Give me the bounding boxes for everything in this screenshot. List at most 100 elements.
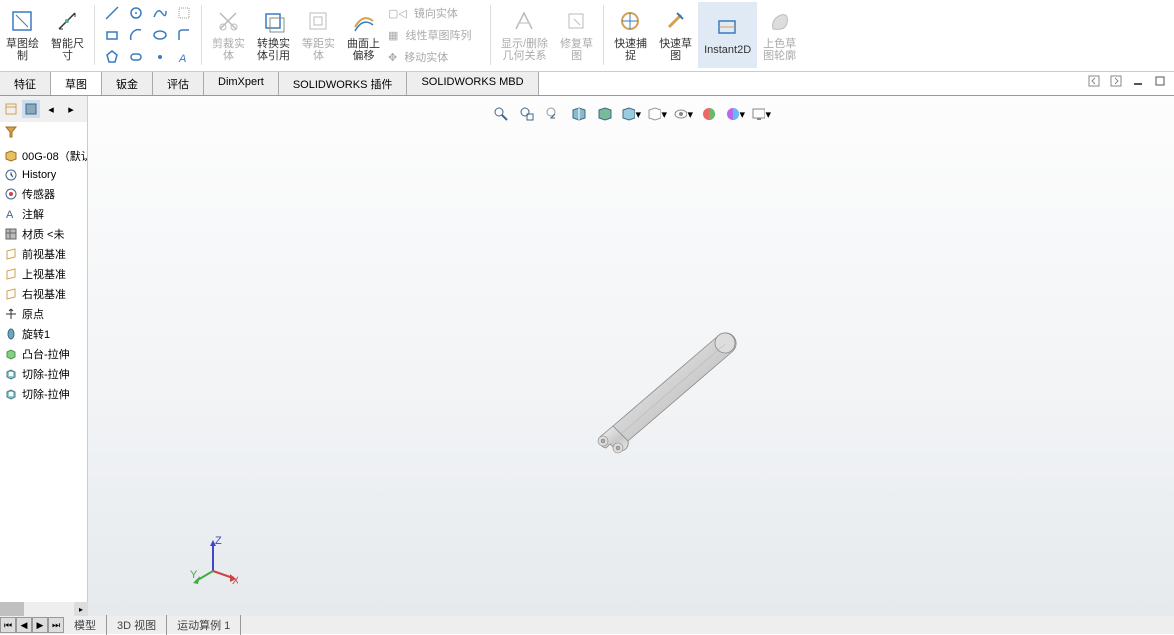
tree-annotations[interactable]: A注解 bbox=[0, 204, 87, 224]
repair-button[interactable]: 修复草 图 bbox=[554, 2, 599, 68]
tree-sensors[interactable]: 传感器 bbox=[0, 184, 87, 204]
rect-dots-tool[interactable] bbox=[173, 3, 195, 23]
tab-mbd[interactable]: SOLIDWORKS MBD bbox=[407, 72, 538, 95]
nav-left-icon[interactable]: ◂ bbox=[42, 100, 60, 118]
tree-origin[interactable]: 原点 bbox=[0, 304, 87, 324]
window-controls bbox=[1086, 74, 1168, 88]
tab-dimxpert[interactable]: DimXpert bbox=[204, 72, 279, 95]
tree-right-plane[interactable]: 右视基准 bbox=[0, 284, 87, 304]
tab-addins[interactable]: SOLIDWORKS 插件 bbox=[279, 72, 408, 95]
sidebar-scrollbar[interactable]: ▸ bbox=[0, 602, 88, 616]
instant2d-button[interactable]: Instant2D bbox=[698, 2, 757, 68]
smart-dimension-button[interactable]: 智能尺 寸 bbox=[45, 2, 90, 68]
tree-top-plane[interactable]: 上视基准 bbox=[0, 264, 87, 284]
rect-tool[interactable] bbox=[101, 25, 123, 45]
extrude-icon bbox=[4, 347, 18, 361]
display-style-icon[interactable]: ▾ bbox=[621, 104, 641, 124]
surface-offset-button[interactable]: 曲面上 偏移 bbox=[341, 2, 386, 68]
tab-sketch[interactable]: 草图 bbox=[51, 72, 102, 95]
slot-tool[interactable] bbox=[125, 47, 147, 67]
nav-right-icon[interactable]: ▸ bbox=[62, 100, 80, 118]
tree-cut-extrude1[interactable]: 切除-拉伸 bbox=[0, 364, 87, 384]
tree-root[interactable]: 00G-08（默认 bbox=[0, 146, 87, 166]
scene-icon[interactable]: ▾ bbox=[725, 104, 745, 124]
tree-cut-extrude2[interactable]: 切除-拉伸 bbox=[0, 384, 87, 404]
plane-icon bbox=[4, 287, 18, 301]
show-hide-button[interactable]: 显示/删除 几何关系 bbox=[495, 2, 554, 68]
prev-view-icon[interactable] bbox=[543, 104, 563, 124]
scrollbar-thumb[interactable] bbox=[0, 602, 24, 616]
3d-viewport[interactable]: ▾ ▾ ▾ ▾ ▾ bbox=[88, 96, 1174, 616]
move-icon: ✥ bbox=[388, 51, 397, 64]
trim-icon bbox=[215, 8, 243, 36]
feature-tree-tab-icon[interactable] bbox=[2, 100, 20, 118]
tab-sheetmetal[interactable]: 钣金 bbox=[102, 72, 153, 95]
view-settings-icon[interactable]: ▾ bbox=[751, 104, 771, 124]
fillet-tool[interactable] bbox=[173, 25, 195, 45]
first-sheet-icon[interactable]: ⏮ bbox=[0, 617, 16, 633]
rapid-sketch-button[interactable]: 快速草 图 bbox=[653, 2, 698, 68]
view-orient-icon[interactable] bbox=[595, 104, 615, 124]
appearance-icon[interactable] bbox=[699, 104, 719, 124]
pattern-group: ▢◁ 镜向实体 ▦ 线性草图阵列 ✥ 移动实体 bbox=[386, 2, 486, 68]
separator bbox=[490, 5, 491, 65]
scroll-right-icon[interactable]: ▸ bbox=[74, 602, 88, 616]
convert-button[interactable]: 转换实 体引用 bbox=[251, 2, 296, 68]
part-icon bbox=[4, 149, 18, 163]
tree-history[interactable]: History bbox=[0, 166, 87, 184]
sensor-icon bbox=[4, 187, 18, 201]
hide-show-icon[interactable]: ▾ bbox=[647, 104, 667, 124]
annotation-icon: A bbox=[4, 207, 18, 221]
last-sheet-icon[interactable]: ⏭ bbox=[48, 617, 64, 633]
move-label: 移动实体 bbox=[404, 49, 448, 65]
sketch-edit-button[interactable]: 草图绘 制 bbox=[0, 2, 45, 68]
convert-label: 转换实 体引用 bbox=[257, 38, 290, 62]
color-contour-button[interactable]: 上色草 图轮廓 bbox=[757, 2, 802, 68]
tree-revolve1[interactable]: 旋转1 bbox=[0, 324, 87, 344]
maximize-icon[interactable] bbox=[1152, 74, 1168, 88]
bottom-tab-3dview[interactable]: 3D 视图 bbox=[107, 615, 167, 635]
tab-feature[interactable]: 特征 bbox=[0, 72, 51, 95]
surface-offset-icon bbox=[350, 8, 378, 36]
arc-tool[interactable] bbox=[125, 25, 147, 45]
sheet-nav-buttons: ⏮ ◀ ▶ ⏭ bbox=[0, 617, 64, 633]
line-tool[interactable] bbox=[101, 3, 123, 23]
cut-icon bbox=[4, 367, 18, 381]
bottom-tab-motion[interactable]: 运动算例 1 bbox=[167, 615, 241, 635]
sketch-edit-label: 草图绘 制 bbox=[6, 38, 39, 62]
tree-material[interactable]: 材质 <未 bbox=[0, 224, 87, 244]
tree-item-label: 上视基准 bbox=[22, 266, 66, 282]
eye-icon[interactable]: ▾ bbox=[673, 104, 693, 124]
prev-sheet-icon[interactable]: ◀ bbox=[16, 617, 32, 633]
minimize-icon[interactable] bbox=[1130, 74, 1146, 88]
text-tool[interactable]: A bbox=[173, 47, 195, 67]
polygon-tool[interactable] bbox=[101, 47, 123, 67]
ellipse-tool[interactable] bbox=[149, 25, 171, 45]
tab-evaluate[interactable]: 评估 bbox=[153, 72, 204, 95]
circle-tool[interactable] bbox=[125, 3, 147, 23]
next-sheet-icon[interactable]: ▶ bbox=[32, 617, 48, 633]
property-tab-icon[interactable] bbox=[22, 100, 40, 118]
zoom-fit-icon[interactable] bbox=[491, 104, 511, 124]
section-view-icon[interactable] bbox=[569, 104, 589, 124]
trim-button[interactable]: 剪裁实 体 bbox=[206, 2, 251, 68]
prev-window-icon[interactable] bbox=[1086, 74, 1102, 88]
offset-button[interactable]: 等距实 体 bbox=[296, 2, 341, 68]
quick-snap-button[interactable]: 快速捕 捉 bbox=[608, 2, 653, 68]
orientation-triad[interactable]: Z Y X bbox=[188, 536, 238, 586]
filter-icon[interactable] bbox=[4, 125, 18, 139]
tree-boss-extrude[interactable]: 凸台-拉伸 bbox=[0, 344, 87, 364]
bottom-tab-model[interactable]: 模型 bbox=[64, 615, 107, 635]
offset-icon bbox=[305, 8, 333, 36]
tree-item-label: 前视基准 bbox=[22, 246, 66, 262]
tree-front-plane[interactable]: 前视基准 bbox=[0, 244, 87, 264]
mirror-icon: ▢◁ bbox=[388, 7, 407, 20]
zoom-area-icon[interactable] bbox=[517, 104, 537, 124]
origin-icon bbox=[4, 307, 18, 321]
next-window-icon[interactable] bbox=[1108, 74, 1124, 88]
separator bbox=[94, 5, 95, 65]
spline-tool[interactable] bbox=[149, 3, 171, 23]
side-panel-tabs: ◂ ▸ bbox=[0, 96, 87, 122]
tree-root-label: 00G-08（默认 bbox=[22, 148, 87, 164]
point-tool[interactable] bbox=[149, 47, 171, 67]
